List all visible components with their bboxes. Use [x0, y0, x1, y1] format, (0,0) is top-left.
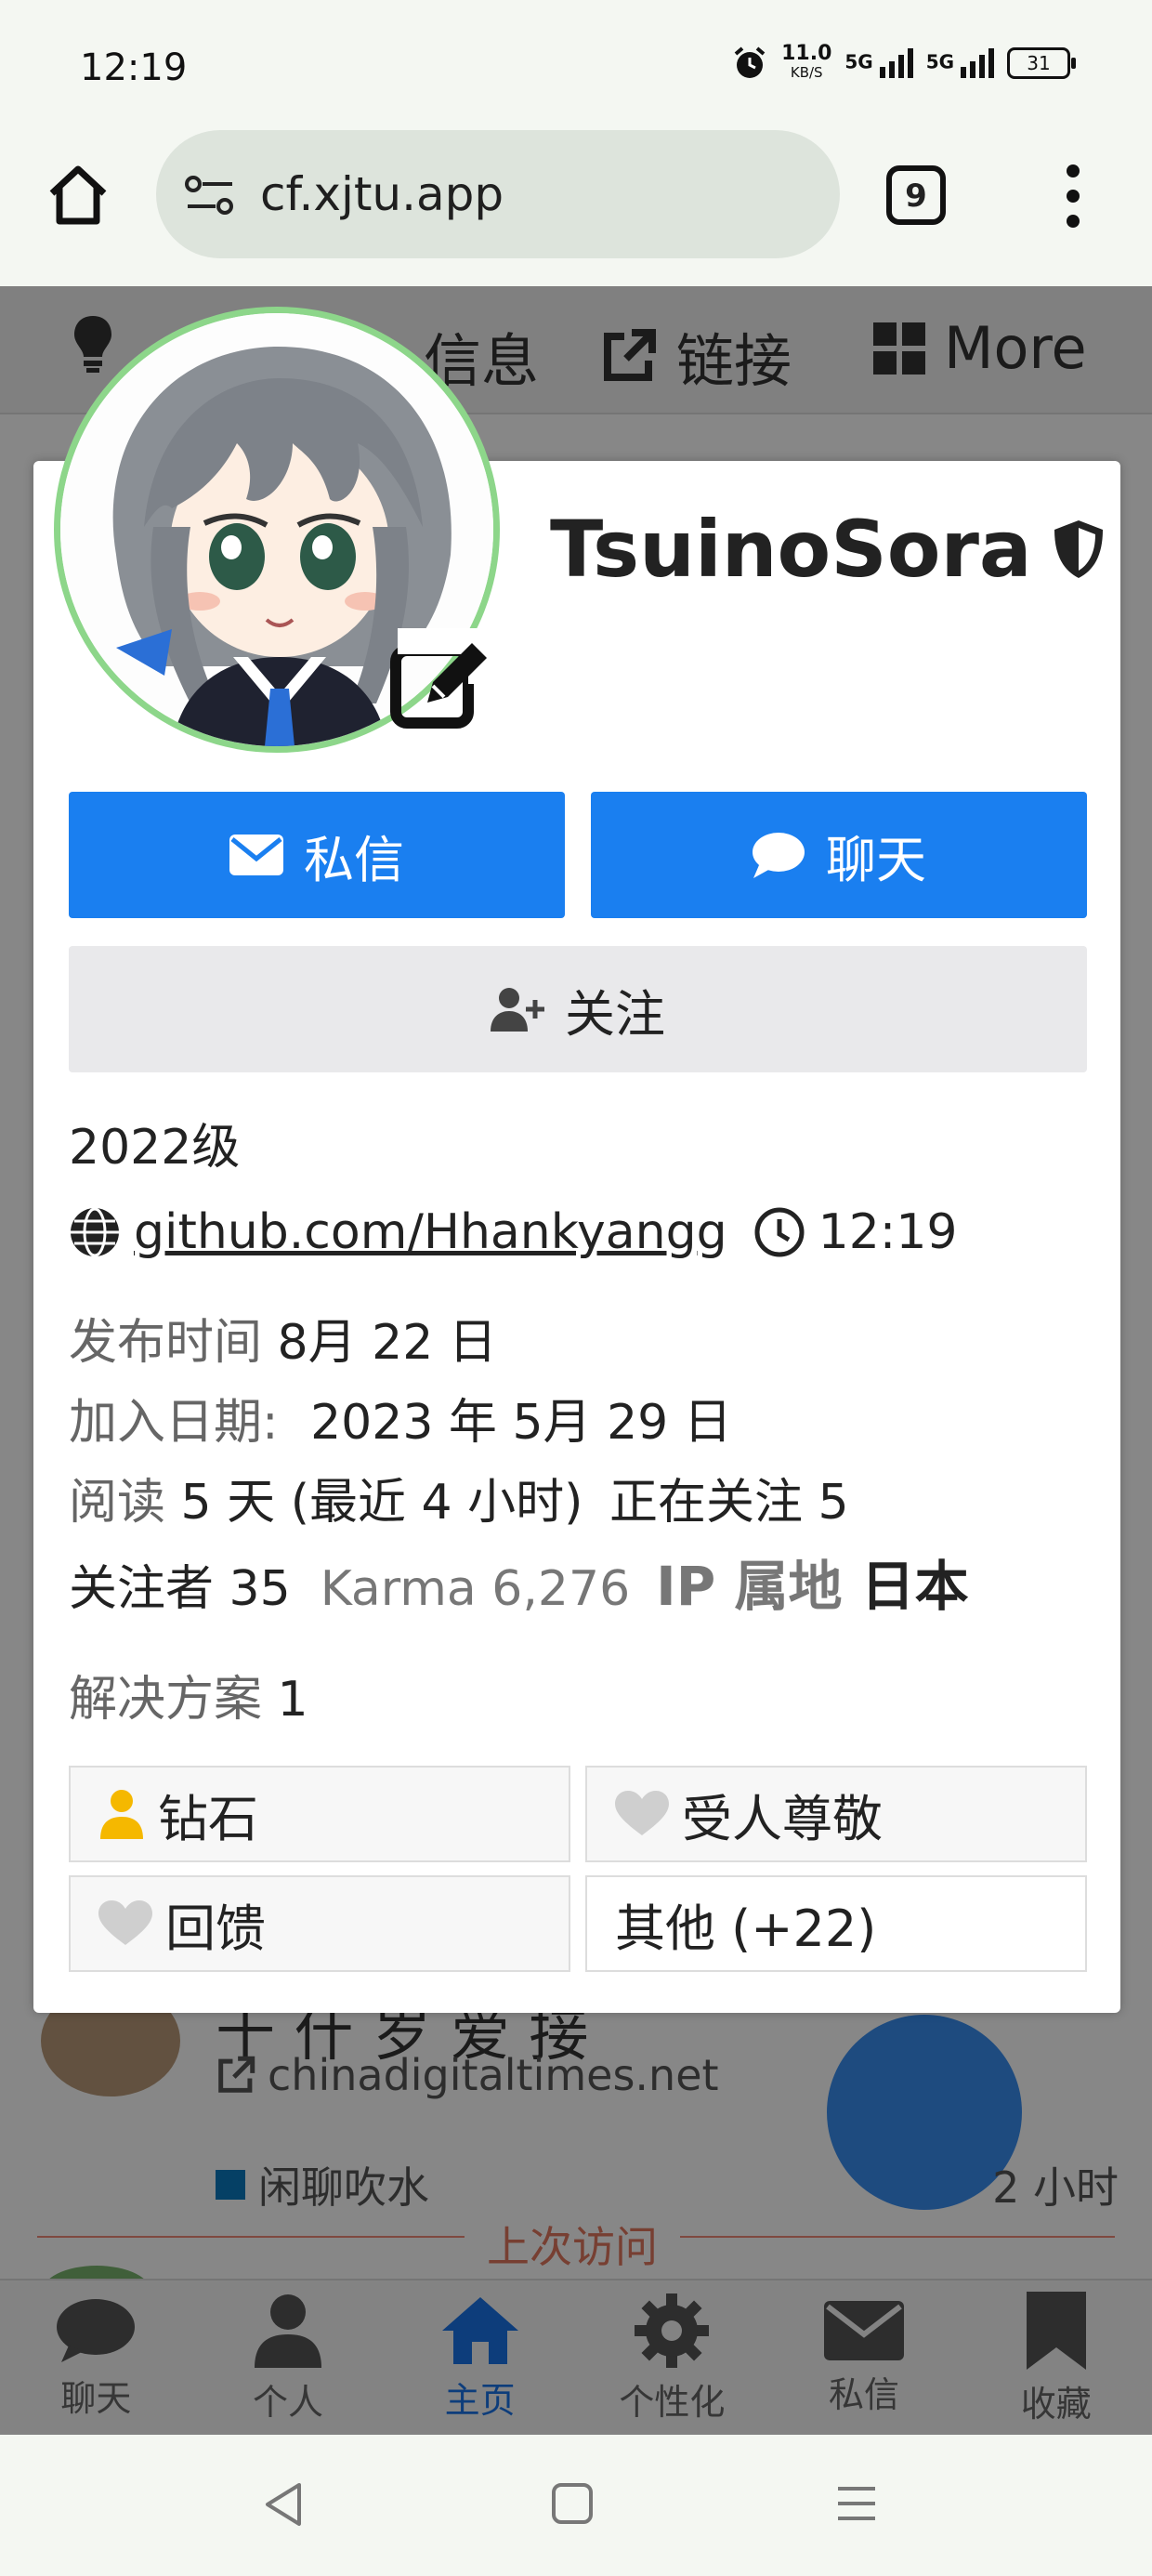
username-heading: TsuinoSora	[550, 504, 1105, 595]
badge-give-back[interactable]: 回馈	[69, 1875, 570, 1972]
clock-icon	[754, 1207, 805, 1257]
karma-value: 6,276	[491, 1561, 631, 1617]
website-row: github.com/Hhankyangg 12:19	[69, 1204, 957, 1260]
site-settings-icon[interactable]	[184, 173, 236, 217]
home-square-icon[interactable]	[550, 2481, 595, 2526]
joined-value: 2023 年 5月 29 日	[310, 1395, 732, 1451]
solutions-row: 解决方案 1	[69, 1660, 308, 1729]
edit-avatar-icon[interactable]	[390, 628, 494, 732]
system-nav-bar	[0, 2435, 1152, 2576]
alarm-icon	[734, 46, 766, 78]
badge-grid: 钻石 受人尊敬 回馈 其他 (+22)	[69, 1766, 1087, 1972]
following-label: 正在关注	[609, 1475, 803, 1531]
start-chat-label: 聊天	[826, 830, 926, 889]
ip-location-value: 日本	[860, 1555, 969, 1618]
read-label: 阅读	[69, 1475, 166, 1531]
address-bar[interactable]: cf.xjtu.app	[156, 130, 840, 258]
badge-respected[interactable]: 受人尊敬	[585, 1766, 1087, 1862]
globe-icon	[71, 1207, 119, 1257]
badge-give-back-label: 回馈	[165, 1899, 266, 1958]
user-plus-icon	[491, 988, 544, 1032]
status-indicators: 11.0 KB/S 5G 5G 31	[731, 42, 1076, 82]
back-icon[interactable]	[262, 2481, 305, 2528]
send-message-label: 私信	[304, 830, 404, 889]
followers-row: 关注者 35 Karma 6,276 IP 属地 日本	[69, 1543, 969, 1621]
last-post-value: 8月 22 日	[277, 1315, 497, 1371]
read-row: 阅读 5 天 (最近 4 小时) 正在关注 5	[69, 1463, 849, 1532]
send-message-button[interactable]: 私信	[69, 792, 565, 918]
signal-1: 5G	[844, 48, 913, 78]
followers-value: 35	[229, 1561, 291, 1617]
joined-row: 加入日期: 2023 年 5月 29 日	[69, 1383, 732, 1452]
badge-more[interactable]: 其他 (+22)	[585, 1875, 1087, 1972]
heart-icon	[615, 1791, 669, 1835]
user-title: 2022级	[69, 1120, 241, 1176]
envelope-icon	[229, 835, 283, 875]
username-text[interactable]: TsuinoSora	[550, 504, 1032, 595]
last-post-row: 发布时间 8月 22 日	[69, 1303, 497, 1373]
website-link[interactable]: github.com/Hhankyangg	[134, 1204, 727, 1260]
tab-switcher-button[interactable]: 9	[886, 165, 946, 225]
user-card: TsuinoSora 私信 聊天 关注 2022级 github.com/Hha…	[33, 307, 1120, 2013]
read-value: 5 天 (最近 4 小时)	[180, 1475, 583, 1531]
follow-label: 关注	[565, 984, 665, 1044]
url-text[interactable]: cf.xjtu.app	[260, 167, 504, 221]
status-time: 12:19	[80, 46, 188, 89]
followers-label: 关注者	[69, 1561, 215, 1617]
solutions-value: 1	[277, 1672, 308, 1728]
user-gold-icon	[100, 1790, 143, 1839]
home-icon[interactable]	[45, 162, 111, 229]
joined-label: 加入日期:	[69, 1395, 279, 1451]
signal-bars-icon	[879, 48, 913, 78]
moderator-shield-icon	[1054, 520, 1103, 578]
follow-button[interactable]: 关注	[69, 946, 1087, 1072]
karma-label: Karma	[320, 1561, 477, 1617]
badge-respected-label: 受人尊敬	[682, 1789, 883, 1848]
ip-location-label: IP 属地	[656, 1555, 843, 1618]
local-time: 12:19	[818, 1204, 958, 1260]
following-value: 5	[818, 1475, 849, 1531]
chat-icon	[753, 833, 805, 878]
browser-toolbar: cf.xjtu.app 9	[0, 130, 1152, 286]
signal-bars-icon	[961, 48, 994, 78]
browser-menu-icon[interactable]	[1059, 162, 1087, 230]
badge-diamond-label: 钻石	[158, 1789, 258, 1848]
start-chat-button[interactable]: 聊天	[591, 792, 1087, 918]
heart-icon	[98, 1900, 152, 1945]
badge-diamond[interactable]: 钻石	[69, 1766, 570, 1862]
last-post-label: 发布时间	[69, 1315, 263, 1371]
status-bar: 12:19 11.0 KB/S 5G 5G 31	[0, 0, 1152, 130]
solutions-label: 解决方案	[69, 1672, 263, 1728]
recents-menu-icon[interactable]	[834, 2481, 879, 2526]
net-speed: 11.0 KB/S	[781, 42, 832, 82]
badge-more-label: 其他 (+22)	[615, 1899, 877, 1958]
battery-indicator: 31	[1007, 47, 1076, 79]
signal-2: 5G	[926, 48, 994, 78]
